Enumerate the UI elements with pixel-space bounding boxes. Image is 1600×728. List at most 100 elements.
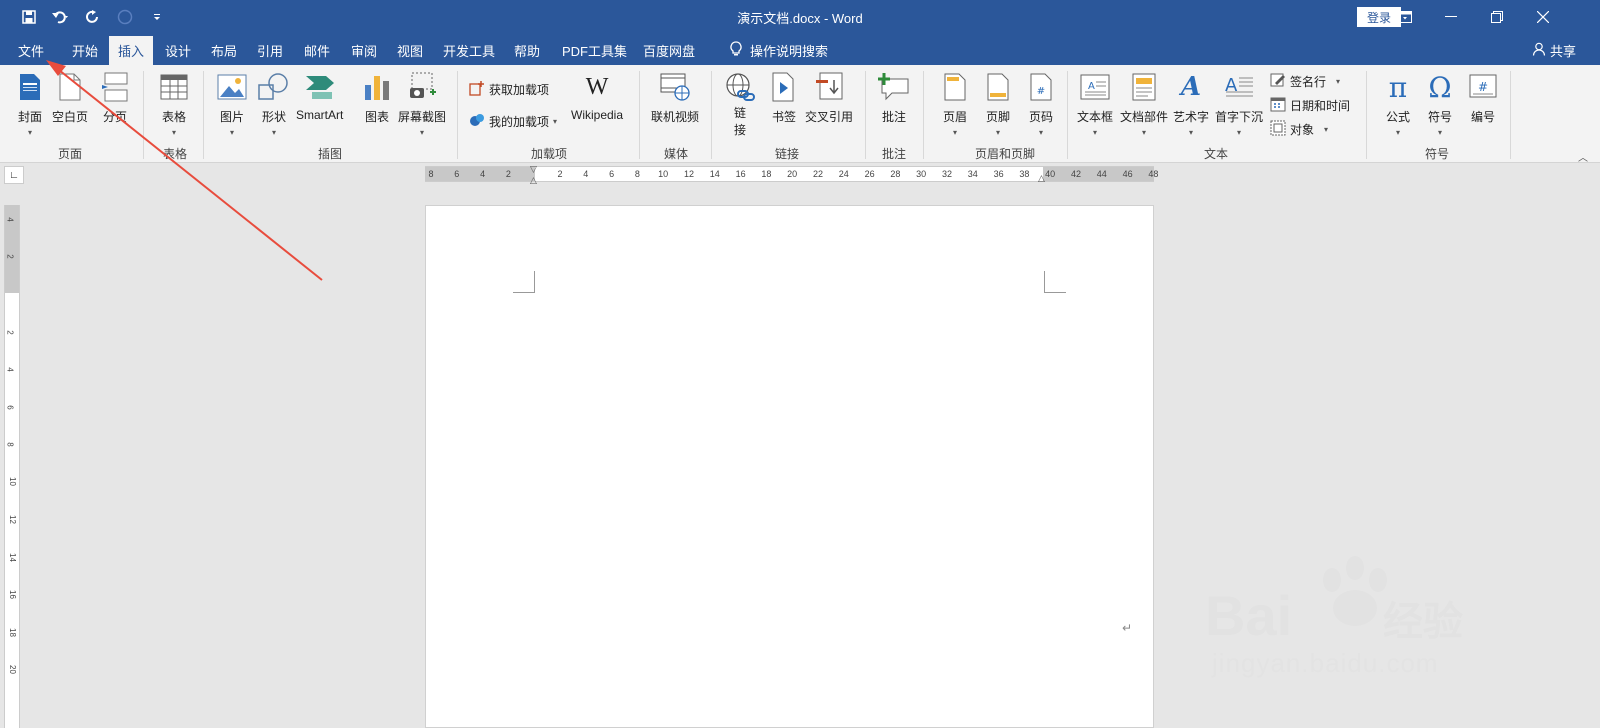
right-indent-marker[interactable]: △: [1038, 173, 1045, 184]
page-number-icon: #: [1025, 71, 1057, 103]
bar-chart-icon: [361, 71, 393, 103]
drop-cap-button[interactable]: A 首字下沉 ▾: [1215, 65, 1263, 137]
tab-developer[interactable]: 开发工具: [443, 41, 495, 60]
blank-page-button[interactable]: 空白页: [52, 65, 88, 125]
page-break-button[interactable]: 分页: [99, 65, 131, 125]
ruler-number: 8: [634, 169, 640, 179]
hanging-indent-marker[interactable]: △: [530, 175, 537, 186]
tell-me-search[interactable]: 操作说明搜索: [730, 41, 828, 60]
tab-layout[interactable]: 布局: [211, 41, 237, 60]
page-number-button[interactable]: # 页码 ▾: [1025, 65, 1057, 137]
ruler-number: 4: [5, 367, 15, 372]
vertical-ruler[interactable]: 4 2 2 4 6 8 10 12 14 16 18 20: [4, 205, 20, 728]
pi-icon: π: [1388, 70, 1408, 104]
ruler-number: 18: [761, 169, 772, 179]
group-label-text: 文本: [1203, 147, 1228, 161]
cover-page-label: 封面: [17, 110, 42, 124]
wikipedia-icon: W: [585, 73, 609, 100]
tab-references[interactable]: 引用: [257, 41, 283, 60]
screenshot-button[interactable]: 屏幕截图 ▾: [398, 65, 446, 137]
textbox-button[interactable]: A 文本框 ▾: [1077, 65, 1113, 137]
ruler-number: 16: [735, 169, 746, 179]
title-bar: 演示文档.docx - Word 登录: [0, 0, 1600, 33]
tab-pdf-tools[interactable]: PDF工具集: [562, 41, 627, 60]
ruler-number: 2: [557, 169, 563, 179]
tab-review[interactable]: 审阅: [351, 41, 377, 60]
tab-home[interactable]: 开始: [72, 41, 98, 60]
tab-stop-selector[interactable]: ∟: [4, 166, 24, 184]
group-separator: [1510, 71, 1511, 159]
table-icon: [158, 71, 190, 103]
wikipedia-label: Wikipedia: [571, 108, 624, 122]
ruler-number: 16: [7, 590, 17, 599]
ruler-number: 10: [7, 477, 17, 486]
object-button[interactable]: 对象 ▾: [1270, 120, 1328, 139]
restore-icon[interactable]: [1474, 0, 1520, 33]
ribbon-display-options-icon[interactable]: [1382, 0, 1428, 33]
horizontal-ruler[interactable]: 8 6 4 2 2 4 6 8 10 12 14 16 18 20 22 24 26 28 30 32 34 36 38 40…: [425, 164, 1158, 185]
share-button[interactable]: 共享: [1532, 41, 1576, 60]
group-separator: [923, 71, 924, 159]
tab-design[interactable]: 设计: [165, 41, 191, 60]
first-line-indent-marker[interactable]: ▽: [530, 164, 537, 175]
header-button[interactable]: 页眉 ▾: [939, 65, 971, 137]
minimize-icon[interactable]: [1428, 0, 1474, 33]
chevron-down-icon: ▾: [27, 128, 32, 137]
new-comment-button[interactable]: 批注: [878, 65, 910, 125]
ruler-number: 30: [916, 169, 927, 179]
wordart-button[interactable]: A 艺术字 ▾: [1173, 65, 1209, 137]
ruler-number: 8: [5, 442, 15, 447]
bookmark-button[interactable]: 书签: [768, 65, 800, 125]
equation-button[interactable]: π 公式 ▾: [1382, 65, 1414, 138]
quick-parts-button[interactable]: 文档部件 ▾: [1120, 65, 1168, 137]
document-page[interactable]: ↵: [425, 205, 1154, 728]
numbering-icon: #: [1467, 71, 1499, 103]
chevron-down-icon: ▾: [1038, 128, 1043, 137]
wikipedia-button[interactable]: W Wikipedia: [571, 65, 624, 123]
shapes-button[interactable]: 形状 ▾: [258, 65, 290, 137]
online-video-button[interactable]: 联机视频: [651, 65, 699, 125]
group-label-pages: 页面: [57, 147, 82, 161]
smartart-label: SmartArt: [296, 108, 344, 122]
group-label-tables: 表格: [162, 147, 187, 161]
symbol-button[interactable]: Ω 符号 ▾: [1424, 65, 1456, 138]
person-icon: [1532, 42, 1546, 59]
ruler-number: 2: [5, 330, 15, 335]
share-label: 共享: [1550, 44, 1577, 59]
collapse-ribbon-icon[interactable]: ︿: [1578, 149, 1588, 164]
ruler-number: 44: [1096, 169, 1107, 179]
addins-puzzle-icon: [469, 112, 485, 131]
link-label-2: 接: [733, 123, 746, 137]
numbering-button[interactable]: # 编号: [1467, 65, 1499, 125]
tab-baidu-netdisk[interactable]: 百度网盘: [643, 41, 695, 60]
signature-pen-icon: [1270, 72, 1286, 91]
comment-plus-icon: [878, 71, 910, 103]
tab-help[interactable]: 帮助: [514, 41, 540, 60]
close-icon[interactable]: [1520, 0, 1566, 33]
tab-view[interactable]: 视图: [397, 41, 423, 60]
chevron-down-icon: ▾: [995, 128, 1000, 137]
cover-page-button[interactable]: 封面 ▾: [14, 65, 46, 137]
footer-button[interactable]: 页脚 ▾: [982, 65, 1014, 137]
smartart-button[interactable]: SmartArt: [296, 65, 343, 122]
new-comment-label: 批注: [881, 110, 906, 124]
tab-file[interactable]: 文件: [18, 41, 44, 60]
my-addins-button[interactable]: 我的加载项 ▾: [469, 112, 557, 131]
equation-label: 公式: [1385, 110, 1410, 124]
shapes-label: 形状: [261, 110, 286, 124]
tab-mailings[interactable]: 邮件: [304, 41, 330, 60]
date-time-button[interactable]: 日期和时间: [1270, 96, 1350, 115]
picture-icon: [216, 71, 248, 103]
get-addins-button[interactable]: 获取加载项: [469, 80, 549, 99]
signature-line-button[interactable]: 签名行 ▾: [1270, 72, 1340, 91]
chevron-down-icon: ▾: [1142, 128, 1147, 137]
link-button[interactable]: 链 接: [724, 65, 756, 138]
header-icon: [939, 71, 971, 103]
pictures-button[interactable]: 图片 ▾: [216, 65, 248, 137]
ruler-number: 6: [454, 169, 460, 179]
chart-button[interactable]: 图表: [361, 65, 393, 125]
table-label: 表格: [161, 110, 186, 124]
cross-reference-button[interactable]: 交叉引用: [805, 65, 853, 125]
tab-insert[interactable]: 插入: [109, 36, 154, 65]
table-button[interactable]: 表格 ▾: [158, 65, 190, 137]
